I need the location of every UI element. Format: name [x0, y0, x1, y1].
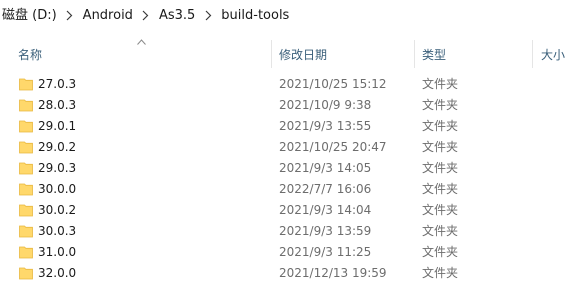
- chevron-right-icon[interactable]: [135, 9, 157, 24]
- file-type: 文件夹: [422, 245, 459, 259]
- file-modified-date: 2021/9/3 14:05: [279, 161, 372, 175]
- file-type: 文件夹: [422, 98, 459, 112]
- list-item[interactable]: 30.0.3 2021/9/3 13:59 文件夹: [0, 221, 577, 242]
- file-modified-date: 2021/10/9 9:38: [279, 98, 372, 112]
- file-name[interactable]: 28.0.3: [38, 95, 76, 116]
- file-name[interactable]: 29.0.2: [38, 137, 76, 158]
- folder-icon: [19, 78, 33, 91]
- file-name[interactable]: 32.0.0: [38, 263, 76, 284]
- file-type: 文件夹: [422, 266, 459, 280]
- list-item[interactable]: 30.0.2 2021/9/3 14:04 文件夹: [0, 200, 577, 221]
- file-type: 文件夹: [422, 161, 459, 175]
- file-type: 文件夹: [422, 77, 459, 91]
- folder-icon: [19, 246, 33, 259]
- column-header-size[interactable]: 大小: [541, 38, 565, 70]
- file-modified-date: 2022/7/7 16:06: [279, 182, 372, 196]
- breadcrumb-item-android[interactable]: Android: [81, 0, 135, 32]
- file-type: 文件夹: [422, 182, 459, 196]
- folder-icon: [19, 204, 33, 217]
- file-name[interactable]: 27.0.3: [38, 74, 76, 95]
- file-modified-date: 2021/12/13 19:59: [279, 266, 387, 280]
- file-modified-date: 2021/9/3 11:25: [279, 245, 372, 259]
- column-header-row: 名称 修改日期 类型 大小: [0, 38, 577, 70]
- column-divider[interactable]: [414, 40, 415, 68]
- folder-icon: [19, 225, 33, 238]
- file-type: 文件夹: [422, 224, 459, 238]
- column-header-name[interactable]: 名称: [18, 38, 42, 70]
- file-name[interactable]: 30.0.3: [38, 221, 76, 242]
- list-item[interactable]: 27.0.3 2021/10/25 15:12 文件夹: [0, 74, 577, 95]
- chevron-right-icon[interactable]: [59, 9, 81, 24]
- list-item[interactable]: 29.0.1 2021/9/3 13:55 文件夹: [0, 116, 577, 137]
- file-type: 文件夹: [422, 119, 459, 133]
- column-divider[interactable]: [532, 40, 533, 68]
- breadcrumb-item-as35[interactable]: As3.5: [157, 0, 197, 32]
- column-header-date[interactable]: 修改日期: [279, 38, 327, 70]
- list-item[interactable]: 29.0.3 2021/9/3 14:05 文件夹: [0, 158, 577, 179]
- column-header-type[interactable]: 类型: [422, 38, 446, 70]
- column-divider[interactable]: [271, 40, 272, 68]
- folder-icon: [19, 120, 33, 133]
- file-modified-date: 2021/10/25 20:47: [279, 140, 387, 154]
- folder-icon: [19, 183, 33, 196]
- breadcrumb: 磁盘 (D:) Android As3.5 build-tools: [0, 0, 577, 32]
- sort-ascending-icon: [137, 39, 146, 45]
- list-item[interactable]: 31.0.0 2021/9/3 11:25 文件夹: [0, 242, 577, 263]
- breadcrumb-item-build-tools[interactable]: build-tools: [219, 0, 291, 32]
- file-name[interactable]: 30.0.2: [38, 200, 76, 221]
- file-list: 27.0.3 2021/10/25 15:12 文件夹 28.0.3 2021/…: [0, 74, 577, 284]
- folder-icon: [19, 162, 33, 175]
- chevron-right-icon[interactable]: [197, 9, 219, 24]
- file-modified-date: 2021/9/3 13:55: [279, 119, 372, 133]
- file-type: 文件夹: [422, 140, 459, 154]
- file-name[interactable]: 31.0.0: [38, 242, 76, 263]
- file-name[interactable]: 29.0.3: [38, 158, 76, 179]
- folder-icon: [19, 141, 33, 154]
- file-name[interactable]: 30.0.0: [38, 179, 76, 200]
- list-item[interactable]: 30.0.0 2022/7/7 16:06 文件夹: [0, 179, 577, 200]
- file-explorer-window: 磁盘 (D:) Android As3.5 build-tools 名称 修改日…: [0, 0, 577, 296]
- list-item[interactable]: 28.0.3 2021/10/9 9:38 文件夹: [0, 95, 577, 116]
- file-modified-date: 2021/9/3 14:04: [279, 203, 372, 217]
- folder-icon: [19, 267, 33, 280]
- file-modified-date: 2021/9/3 13:59: [279, 224, 372, 238]
- list-item[interactable]: 29.0.2 2021/10/25 20:47 文件夹: [0, 137, 577, 158]
- breadcrumb-item-drive[interactable]: 磁盘 (D:): [0, 0, 59, 32]
- folder-icon: [19, 99, 33, 112]
- file-name[interactable]: 29.0.1: [38, 116, 76, 137]
- file-modified-date: 2021/10/25 15:12: [279, 77, 387, 91]
- list-item[interactable]: 32.0.0 2021/12/13 19:59 文件夹: [0, 263, 577, 284]
- file-type: 文件夹: [422, 203, 459, 217]
